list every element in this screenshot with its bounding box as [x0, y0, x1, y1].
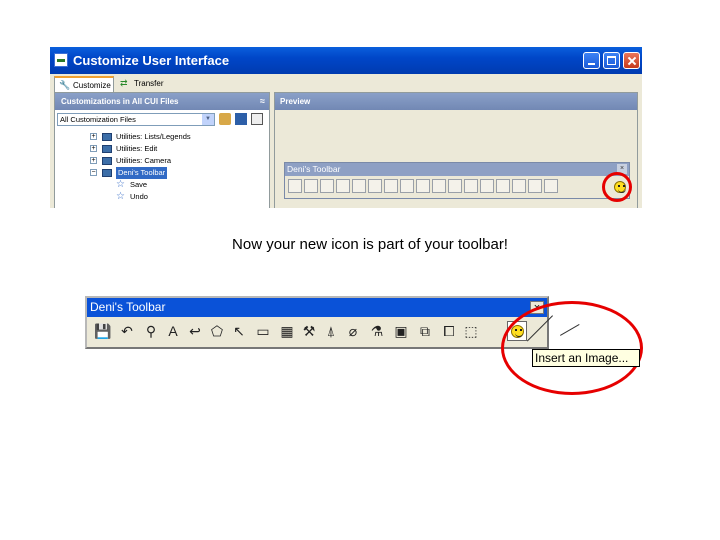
minimize-button[interactable]	[583, 52, 600, 69]
tree-item-label: Utilities: Lists/Legends	[116, 132, 191, 141]
open-file-icon[interactable]	[219, 113, 231, 125]
copy-icon[interactable]: ⧠	[439, 321, 459, 341]
tree-item-label: Utilities: Camera	[116, 156, 172, 165]
preview-toolbar-title-text: Deni's Toolbar	[287, 164, 341, 174]
collapse-icon[interactable]: ≈	[260, 93, 265, 110]
save-icon[interactable]: 💾	[93, 321, 113, 341]
highlight-circle	[602, 172, 632, 202]
insert-icon	[528, 179, 542, 193]
toolbar-node-icon	[102, 157, 112, 165]
image-icon	[416, 179, 430, 193]
tab-transfer-label: Transfer	[134, 79, 164, 88]
customizations-header-label: Customizations in All CUI Files	[61, 97, 179, 106]
list-view-icon[interactable]	[251, 113, 263, 125]
box-icon[interactable]: ▣	[391, 321, 411, 341]
text-icon[interactable]: A	[163, 321, 183, 341]
layer-icon[interactable]: ⧉	[415, 321, 435, 341]
highlight-circle	[501, 301, 643, 395]
revision-cloud-icon	[352, 179, 366, 193]
attribute-icon	[464, 179, 478, 193]
customization-files-select[interactable]: All Customization Files ▼	[57, 113, 215, 126]
toolbar-node-icon	[102, 169, 112, 177]
title-bar[interactable]: Customize User Interface	[50, 47, 642, 74]
denis-toolbar: Deni's Toolbar × 💾 ↶ ⚲ A ↩ ⬠ ↖ ▭ ▦ ⚒ ⍋ ⌀…	[85, 296, 549, 349]
dimension-icon	[368, 179, 382, 193]
multileader-icon	[336, 179, 350, 193]
collapse-node-icon[interactable]: −	[90, 169, 97, 176]
multileader-icon[interactable]: ↩	[185, 321, 205, 341]
toolbar-title: Deni's Toolbar	[87, 298, 547, 317]
expand-icon[interactable]: +	[90, 145, 97, 152]
insert-image-icon	[544, 179, 558, 193]
match-properties-icon[interactable]: ⚲	[141, 321, 161, 341]
expand-icon[interactable]: +	[90, 133, 97, 140]
preview-toolbar: Deni's Toolbar ×	[284, 162, 630, 199]
dimension-icon[interactable]: ↖	[229, 321, 249, 341]
wrench-icon: 🔧	[59, 80, 71, 90]
erase-icon[interactable]: ⌀	[343, 321, 363, 341]
layer-icon	[496, 179, 510, 193]
tree-item-label: Undo	[130, 192, 148, 201]
tab-transfer[interactable]: ⇄ Transfer	[116, 76, 170, 92]
toolbar-title-text: Deni's Toolbar	[90, 300, 166, 314]
box-icon	[480, 179, 494, 193]
revision-cloud-icon[interactable]: ⬠	[207, 321, 227, 341]
region-icon[interactable]: ⍋	[321, 321, 341, 341]
insert-image-tooltip: Insert an Image...	[532, 349, 640, 367]
save-icon	[288, 179, 302, 193]
files-select-value: All Customization Files	[60, 115, 136, 124]
measure-icon[interactable]: ▭	[253, 321, 273, 341]
insert-icon[interactable]: ⬚	[461, 321, 481, 341]
region-icon	[432, 179, 446, 193]
erase-icon	[448, 179, 462, 193]
close-button[interactable]	[623, 52, 640, 69]
window-title: Customize User Interface	[73, 53, 230, 68]
chevron-down-icon[interactable]: ▼	[202, 114, 214, 125]
attribute-icon[interactable]: ⚗	[367, 321, 387, 341]
tree-item-label: Utilities: Edit	[116, 144, 158, 153]
preview-toolbar-title: Deni's Toolbar	[285, 163, 629, 176]
save-file-icon[interactable]	[235, 113, 247, 125]
customizations-panel: Customizations in All CUI Files ≈ All Cu…	[54, 92, 270, 208]
image-icon[interactable]: ⚒	[299, 321, 319, 341]
toolbar-node-icon	[102, 133, 112, 141]
preview-header-label: Preview	[280, 97, 311, 106]
copy-icon	[512, 179, 526, 193]
text-icon	[320, 179, 334, 193]
preview-header: Preview	[275, 93, 637, 110]
app-icon	[54, 53, 68, 67]
measure-icon	[384, 179, 398, 193]
caption: Now your new icon is part of your toolba…	[232, 236, 508, 253]
undo-icon	[304, 179, 318, 193]
hatch-icon	[400, 179, 414, 193]
transfer-arrows-icon: ⇄	[120, 78, 128, 88]
undo-icon[interactable]: ↶	[117, 321, 137, 341]
hatch-icon[interactable]: ▦	[277, 321, 297, 341]
expand-icon[interactable]: +	[90, 157, 97, 164]
tree-item-label: Deni's Toolbar	[116, 167, 168, 179]
customizations-header: Customizations in All CUI Files ≈	[55, 93, 269, 110]
tab-customize[interactable]: 🔧 Customize	[54, 76, 114, 92]
maximize-button[interactable]	[603, 52, 620, 69]
toolbar-node-icon	[102, 145, 112, 153]
command-star-icon: ☆	[116, 179, 125, 190]
command-star-icon: ☆	[116, 191, 125, 202]
tree-item-label: Save	[130, 180, 148, 189]
